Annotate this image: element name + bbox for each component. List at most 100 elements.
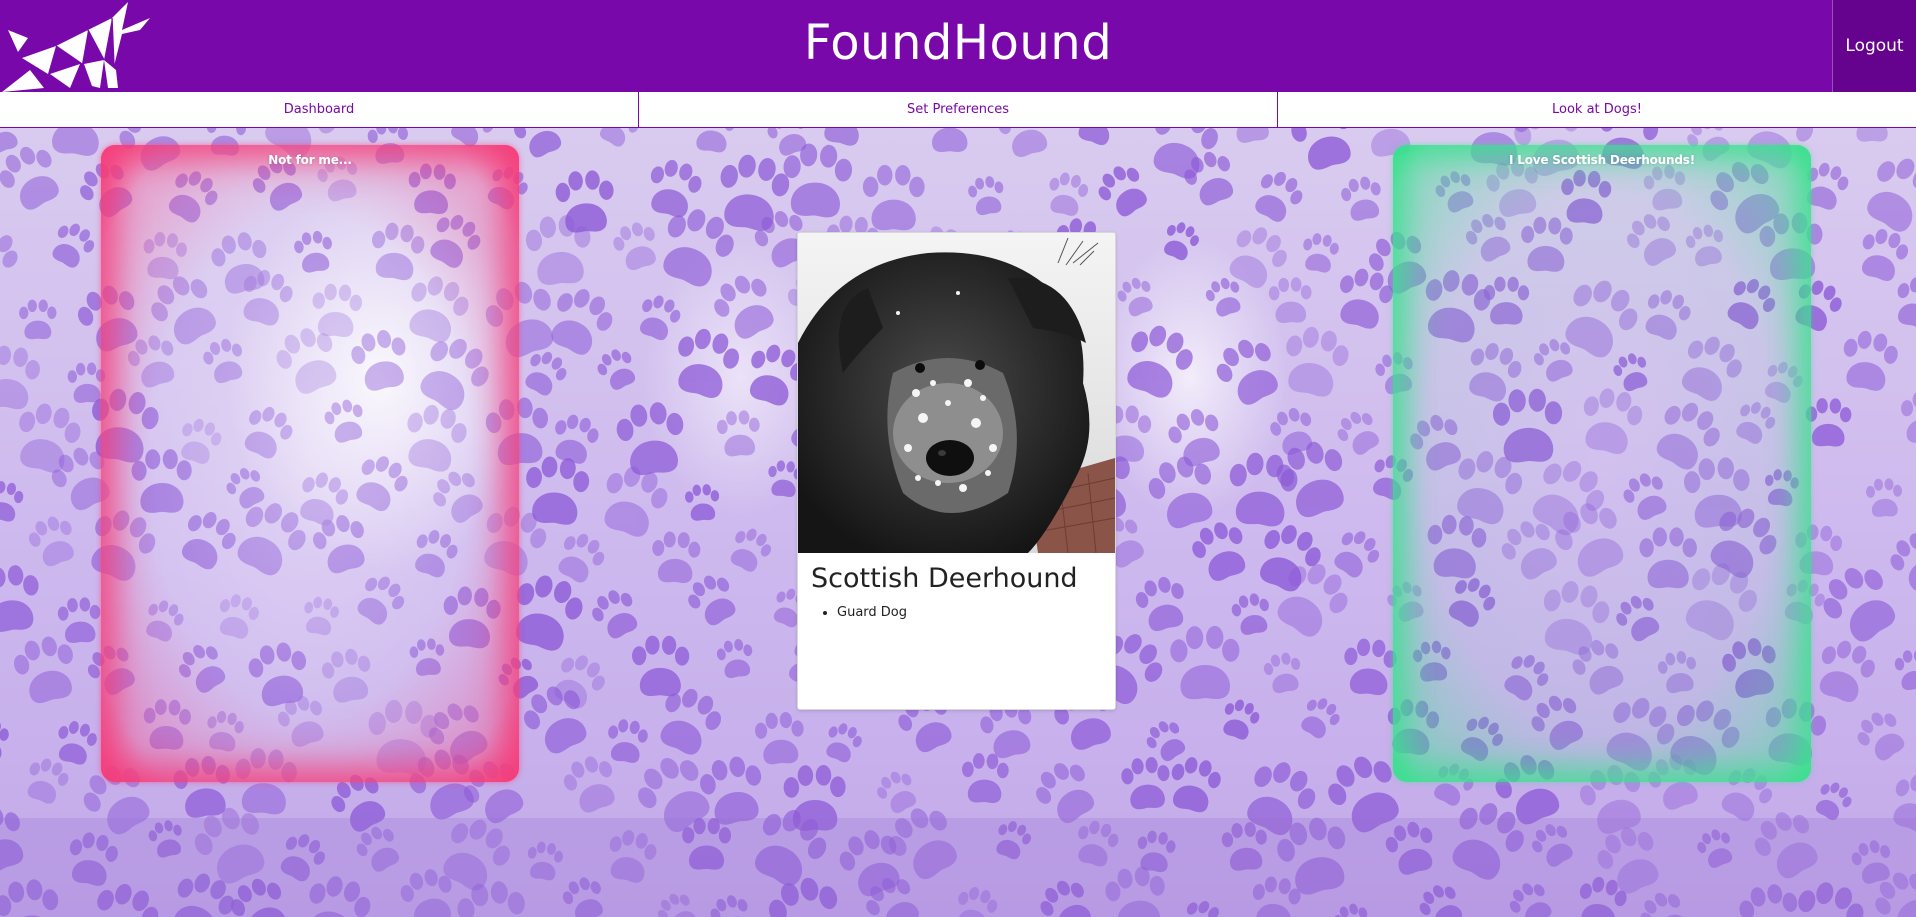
paw-print-icon (1303, 233, 1339, 273)
paw-print-icon (1117, 277, 1153, 317)
paw-print-icon (700, 756, 762, 825)
paw-print-icon (551, 289, 613, 355)
paw-print-icon (1223, 699, 1260, 740)
reject-zone-label: Not for me... (268, 153, 352, 167)
paw-print-icon (0, 720, 9, 761)
dog-trait-item: Guard Dog (837, 605, 907, 620)
paw-print-icon (1819, 640, 1875, 703)
dog-photo (798, 233, 1115, 553)
paw-print-icon (1862, 229, 1909, 281)
nav-look-at-dogs[interactable]: Look at Dogs! (1277, 92, 1916, 127)
dog-trait-list: Guard Dog (811, 605, 907, 620)
paw-print-icon (862, 164, 925, 231)
paw-print-icon (19, 403, 81, 473)
paw-print-icon (28, 516, 74, 567)
bottom-band (0, 818, 1916, 917)
paw-print-icon (678, 328, 740, 398)
paw-print-icon (592, 590, 638, 639)
paw-print-icon (1301, 698, 1340, 739)
paw-print-icon (1805, 398, 1852, 447)
paw-print-icon (632, 635, 690, 697)
paw-print-icon (696, 128, 736, 153)
paw-print-icon (1148, 456, 1213, 529)
paw-print-icon (1098, 166, 1147, 217)
paw-print-icon (597, 349, 636, 390)
dog-logo-icon (2, 2, 150, 92)
paw-print-icon (0, 565, 39, 632)
paw-print-icon (1170, 625, 1240, 700)
paw-print-icon (824, 128, 859, 146)
paw-print-icon (0, 235, 18, 268)
paw-print-icon (1890, 533, 1916, 591)
paw-print-icon (1127, 325, 1193, 398)
paw-print-icon (1168, 408, 1220, 467)
paw-print-icon (998, 128, 1048, 157)
reject-drop-zone[interactable]: Not for me... (101, 145, 519, 782)
paw-print-icon (1263, 652, 1301, 694)
paw-print-icon (1255, 171, 1303, 222)
app-title: FoundHound (803, 15, 1113, 71)
paw-print-icon (1867, 158, 1916, 232)
paw-print-icon (563, 756, 615, 813)
nav-dashboard[interactable]: Dashboard (0, 92, 638, 127)
paw-print-icon (716, 410, 760, 457)
paw-print-icon (1843, 330, 1898, 391)
paw-print-icon (1236, 128, 1269, 143)
header: FoundHound Logout (0, 0, 1916, 92)
paw-print-icon (27, 758, 69, 804)
paw-print-icon (754, 711, 804, 765)
paw-print-icon (1268, 277, 1312, 324)
paw-print-icon (558, 533, 605, 583)
paw-print-icon (826, 723, 862, 763)
paw-print-icon (714, 275, 774, 339)
paw-print-icon (1078, 128, 1110, 146)
paw-print-icon (58, 721, 97, 765)
dog-breed-name: Scottish Deerhound (811, 563, 1078, 594)
paw-print-icon (19, 299, 57, 340)
paw-print-icon (932, 128, 968, 153)
paw-print-icon (0, 345, 40, 410)
paw-print-icon (640, 295, 681, 341)
paw-print-icon (1337, 411, 1380, 455)
paw-print-icon (1897, 277, 1916, 329)
paw-print-icon (685, 484, 720, 521)
accept-zone-label: I Love Scottish Deerhounds! (1509, 153, 1695, 167)
paw-print-icon (730, 528, 772, 572)
paw-print-icon (1291, 128, 1351, 170)
paw-print-icon (1857, 712, 1905, 761)
paw-print-icon (1912, 711, 1916, 769)
paw-print-icon (599, 128, 639, 147)
paw-print-icon (1192, 522, 1246, 581)
accept-drop-zone[interactable]: I Love Scottish Deerhounds! (1393, 145, 1811, 782)
paw-print-icon (962, 753, 1009, 804)
paw-print-icon (968, 176, 1004, 216)
paw-print-icon (1856, 128, 1888, 142)
paw-print-icon (1341, 176, 1381, 221)
paw-print-icon (613, 222, 656, 271)
paw-print-icon (616, 402, 684, 476)
nav-set-preferences[interactable]: Set Preferences (638, 92, 1277, 127)
paw-print-icon (555, 414, 599, 464)
logout-button[interactable]: Logout (1832, 0, 1916, 92)
paw-print-icon (1135, 576, 1184, 632)
paw-print-icon (608, 719, 648, 763)
paw-print-icon (1894, 649, 1916, 691)
paw-print-icon (1340, 268, 1393, 329)
paw-print-icon (57, 597, 101, 643)
paw-print-icon (716, 638, 753, 679)
paw-print-icon (1121, 757, 1170, 810)
paw-print-icon (1049, 172, 1089, 216)
paw-print-icon (52, 223, 95, 268)
paw-print-icon (1344, 638, 1397, 696)
main-nav: Dashboard Set Preferences Look at Dogs! (0, 92, 1916, 128)
dog-card[interactable]: Scottish Deerhound Guard Dog (797, 232, 1116, 710)
paw-print-icon (1260, 525, 1321, 592)
paw-print-icon (1216, 339, 1278, 405)
paw-print-icon (1164, 222, 1199, 261)
paw-print-icon (1865, 478, 1903, 517)
paw-print-icon (13, 636, 73, 704)
paw-print-icon (652, 531, 701, 584)
paw-print-icon (1231, 593, 1269, 635)
paw-print-icon (0, 481, 24, 522)
paw-print-icon (1900, 391, 1916, 444)
